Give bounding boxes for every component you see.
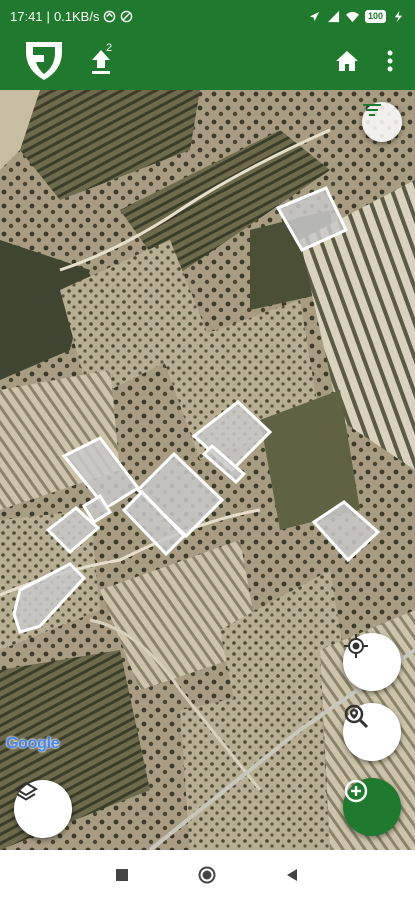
home-circle-icon[interactable] [197,865,217,885]
wifi-icon [345,11,359,22]
system-navigation-bar [0,850,415,900]
back-triangle-icon[interactable] [282,865,302,885]
home-icon[interactable] [334,48,360,74]
filter-icon [363,104,381,116]
sync-icon [104,10,116,22]
my-location-button[interactable] [343,633,401,691]
signal-icon [327,10,340,22]
upload-button[interactable]: 2 [88,42,122,78]
more-vert-icon[interactable] [380,48,400,74]
battery-icon: 100 [364,9,386,23]
status-time: 17:41 [10,8,43,24]
my-location-icon [344,634,368,658]
zoom-search-icon [344,704,369,729]
filter-button[interactable] [362,102,402,142]
app-bar: 2 [0,32,415,90]
no-disturb-icon [121,10,133,22]
status-bar: 17:41 | 0.1KB/s 100 [0,0,415,32]
recents-square-icon[interactable] [112,865,132,885]
add-icon [344,779,368,803]
status-net-speed: 0.1KB/s [53,8,100,24]
location-icon [309,11,320,21]
zoom-search-button[interactable] [343,703,401,761]
layers-icon [14,781,38,801]
satellite-map[interactable]: Google [0,90,415,850]
layers-button[interactable] [14,780,72,838]
upload-count: 2 [106,42,113,54]
add-field-button[interactable] [343,778,401,836]
charging-icon [394,10,403,22]
google-attribution-text: Google [6,735,60,752]
google-attribution: Google [6,735,60,753]
shield-logo-icon[interactable] [22,38,66,82]
